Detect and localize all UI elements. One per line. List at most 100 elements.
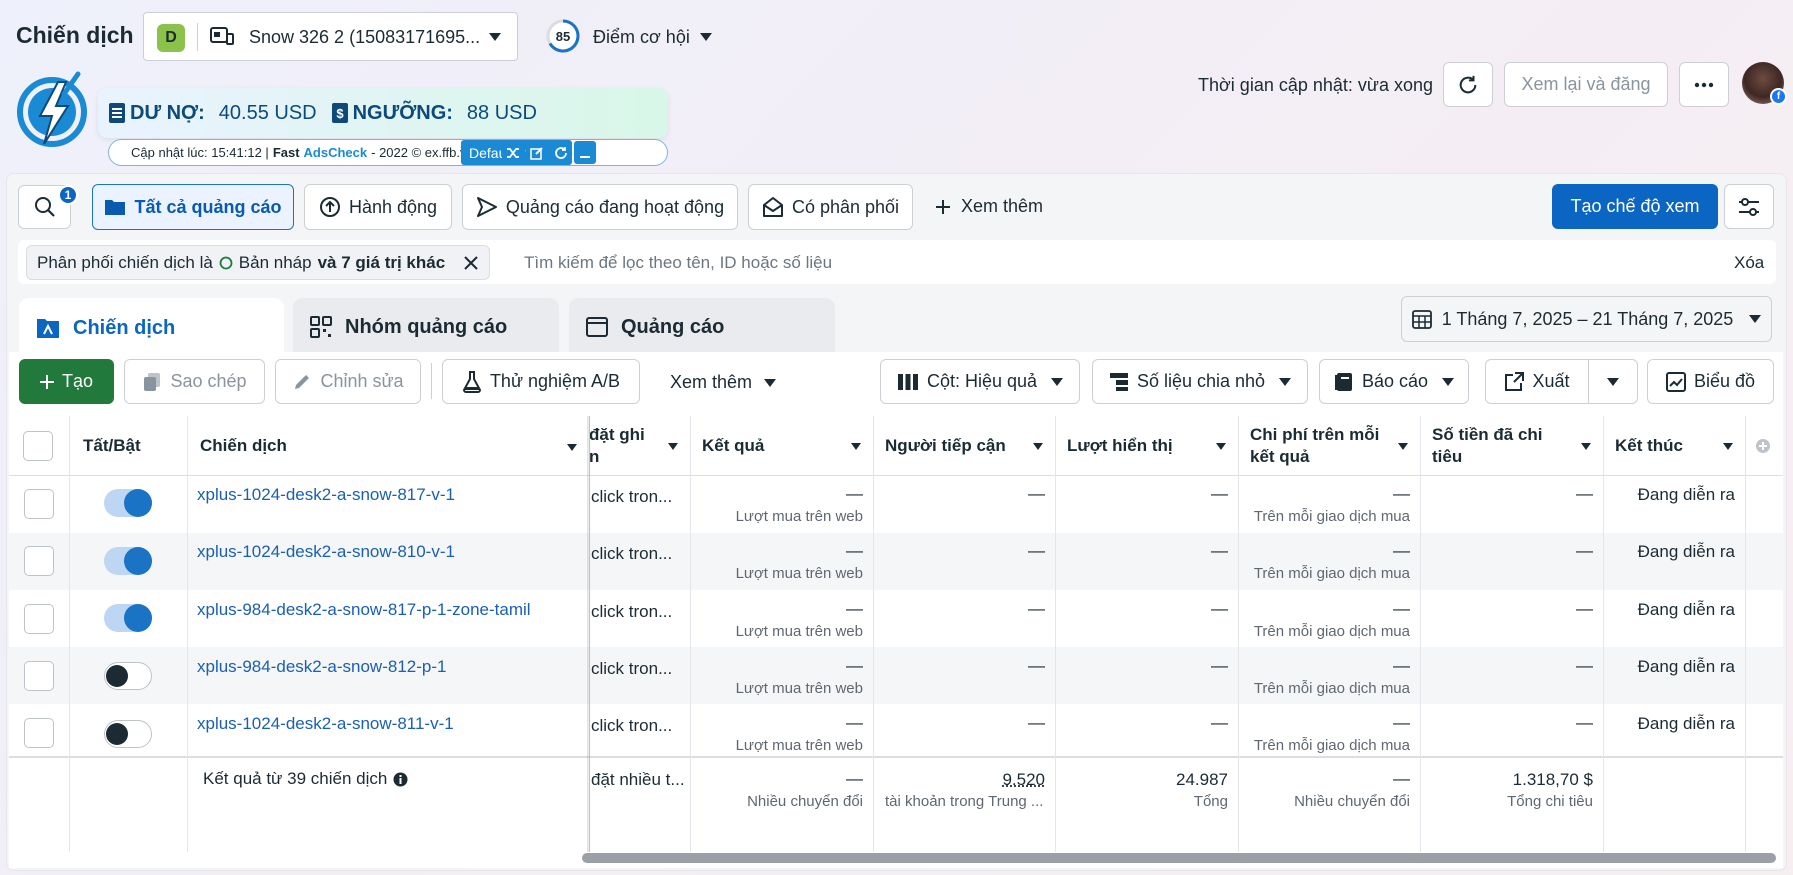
campaign-name-link[interactable]: xplus-984-desk2-a-snow-812-p-1 [197,657,446,677]
summary-reach[interactable]: 9.520 [873,770,1045,790]
summary-impressions: 24.987 [1176,770,1228,789]
summary-cpr-type: Nhiều chuyển đổi [1294,793,1410,810]
row-toggle[interactable] [104,604,152,632]
more-views-label: Xem thêm [961,196,1044,216]
row-checkbox[interactable] [24,546,54,576]
row-toggle[interactable] [104,662,152,690]
filter-chip[interactable]: Phân phối chiến dịch là Bản nháp và 7 gi… [26,245,491,280]
columns-label: Cột: Hiệu quả [926,371,1038,391]
create-button[interactable]: Tạo [19,359,114,404]
view-tab-label: Quảng cáo đang hoạt động [505,196,725,217]
campaign-name-link[interactable]: xplus-1024-desk2-a-snow-810-v-1 [197,542,455,562]
reports-button[interactable]: Báo cáo [1319,359,1469,404]
minimize-icon [580,155,590,158]
row-toggle[interactable] [104,720,152,748]
ab-test-button[interactable]: Thử nghiệm A/B [442,359,640,404]
duplicate-button[interactable]: Sao chép [124,359,265,404]
header-add-column[interactable] [1745,416,1783,476]
view-tab-actions[interactable]: Hành động [304,184,452,230]
shuffle-button[interactable] [502,141,524,164]
filter-search-input[interactable]: Tìm kiếm để lọc theo tên, ID hoặc số liệ… [524,253,832,273]
row-toggle[interactable] [104,489,152,517]
cpr-value: — [1393,713,1410,732]
tab-campaigns[interactable]: Chiến dịch [19,298,284,358]
account-select[interactable]: D Snow 326 2 (15083171695... [143,12,518,61]
chevron-down-icon[interactable] [700,33,712,41]
view-tab-all-ads[interactable]: Tất cả quảng cáo [92,184,294,230]
reload-ext-button[interactable] [550,141,572,164]
header-campaign[interactable]: Chiến dịch [187,416,589,476]
page-title: Chiến dịch [16,22,134,48]
edit-button[interactable]: Chỉnh sửa [275,359,421,404]
campaign-icon [37,319,59,338]
view-settings-button[interactable] [1724,184,1774,229]
summary-result: — [846,769,863,788]
edit-ext-button[interactable] [526,141,548,164]
row-checkbox[interactable] [24,489,54,519]
clear-filters-button[interactable]: Xóa [1734,253,1764,273]
cpr-type: Trên mỗi giao dịch mua [1253,623,1410,640]
opportunity-score-icon[interactable]: 85 [545,18,581,54]
bid-strategy: click tron... [591,659,673,678]
header-impressions[interactable]: Lượt hiển thị [1055,416,1238,476]
date-range-picker[interactable]: 1 Tháng 7, 2025 – 21 Tháng 7, 2025 [1401,296,1772,342]
opportunity-score-label[interactable]: Điểm cơ hội [593,27,690,48]
header-reach[interactable]: Người tiếp cận [873,416,1055,476]
tab-ads[interactable]: Quảng cáo [569,298,835,356]
account-name: Snow 326 2 (15083171695... [249,27,481,47]
info-icon[interactable] [393,772,408,787]
header-ends[interactable]: Kết thúc [1603,416,1745,476]
result-value: — [846,656,863,675]
header-results[interactable]: Kết quả [690,416,873,476]
cpr-type: Trên mỗi giao dịch mua [1253,680,1410,697]
columns-icon [897,373,918,390]
review-publish-button[interactable]: Xem lại và đăng [1504,62,1668,107]
line-chart-icon [1665,371,1686,392]
view-tab-label: Hành động [348,196,438,217]
row-checkbox[interactable] [24,661,54,691]
header-cost-per-result[interactable]: Chi phí trên mỗi kết quả [1238,416,1420,476]
header-amount-spent[interactable]: Số tiền đã chi tiêu [1420,416,1603,476]
row-checkbox[interactable] [24,718,54,748]
view-tab-more[interactable]: Xem thêm [935,196,1043,217]
export-button[interactable]: Xuất [1485,359,1589,404]
campaign-name-link[interactable]: xplus-1024-desk2-a-snow-811-v-1 [197,714,454,734]
charts-button[interactable]: Biểu đồ [1647,359,1774,404]
tab-label: Quảng cáo [621,315,725,338]
result-value: — [846,541,863,560]
campaign-name-link[interactable]: xplus-984-desk2-a-snow-817-p-1-zone-tami… [197,600,531,620]
close-icon[interactable] [463,255,479,271]
grid-icon [310,316,332,338]
tab-label: Chiến dịch [73,316,176,339]
campaign-name-link[interactable]: xplus-1024-desk2-a-snow-817-v-1 [197,485,455,505]
opportunity-score-value: 85 [556,29,570,44]
breakdown-button[interactable]: Số liệu chia nhỏ [1092,359,1308,404]
divider [197,23,198,51]
sort-caret-icon [1033,443,1043,450]
export-label: Xuất [1532,371,1570,391]
header-bid-strategy[interactable]: đặt ghi n [589,416,690,476]
result-value: — [846,484,863,503]
more-label: Xem thêm [670,372,753,392]
select-all-checkbox[interactable] [23,431,53,461]
row-toggle[interactable] [104,547,152,575]
view-tab-delivering[interactable]: Có phân phối [748,184,913,230]
header-label: Chiến dịch [200,435,287,455]
refresh-button[interactable] [1443,62,1493,107]
bid-strategy: click tron... [591,602,673,621]
result-type: Lượt mua trên web [735,623,863,640]
export-dropdown-button[interactable] [1588,359,1638,404]
col-divider [1745,416,1746,852]
envelope-open-icon [762,197,783,217]
view-tab-active-ads[interactable]: Quảng cáo đang hoạt động [462,184,738,230]
header-label: Người tiếp cận [885,435,1006,455]
minimize-ext-button[interactable] [574,141,596,164]
row-checkbox[interactable] [24,604,54,634]
more-options-button[interactable] [1679,62,1729,107]
result-type: Lượt mua trên web [735,508,863,525]
horizontal-scrollbar[interactable] [582,853,1776,863]
toolbar-more-button[interactable]: Xem thêm [670,372,777,393]
columns-button[interactable]: Cột: Hiệu quả [880,359,1080,404]
create-view-button[interactable]: Tạo chế độ xem [1552,184,1718,229]
tab-ad-sets[interactable]: Nhóm quảng cáo [293,298,559,356]
